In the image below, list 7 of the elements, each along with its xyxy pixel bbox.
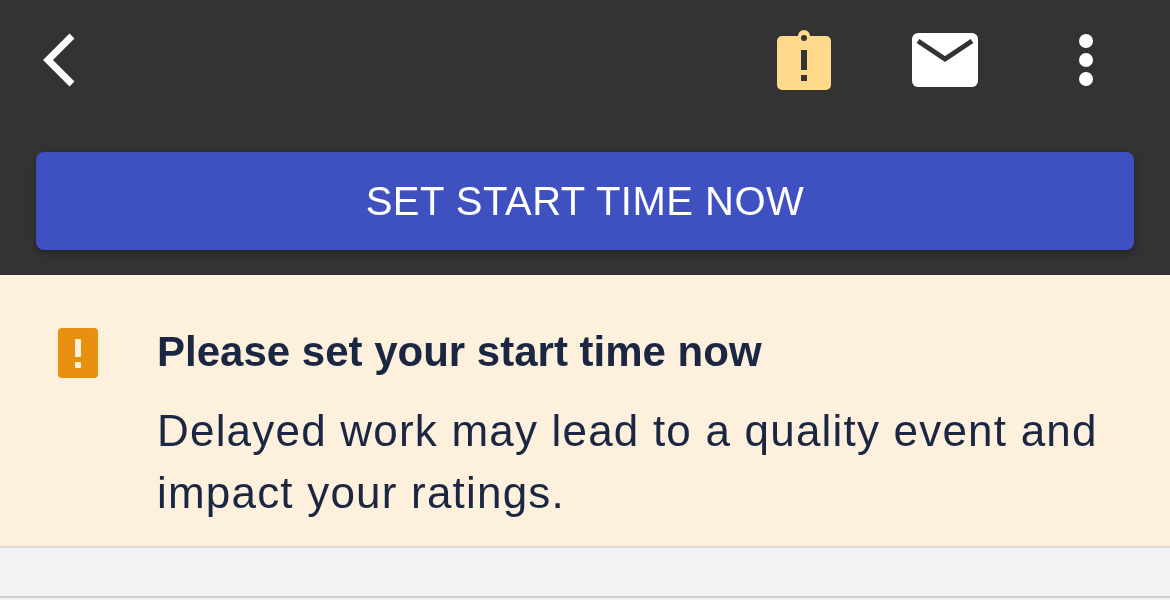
warning-title: Please set your start time now — [157, 327, 763, 377]
clipboard-alert-icon[interactable] — [777, 30, 831, 90]
mail-icon[interactable] — [912, 33, 978, 87]
warning-message: Delayed work may lead to a quality event and impact your ratings. — [157, 405, 1099, 519]
set-start-time-button[interactable]: SET START TIME NOW — [36, 152, 1134, 250]
warning-icon — [58, 328, 98, 378]
more-menu-icon[interactable] — [1078, 34, 1094, 86]
